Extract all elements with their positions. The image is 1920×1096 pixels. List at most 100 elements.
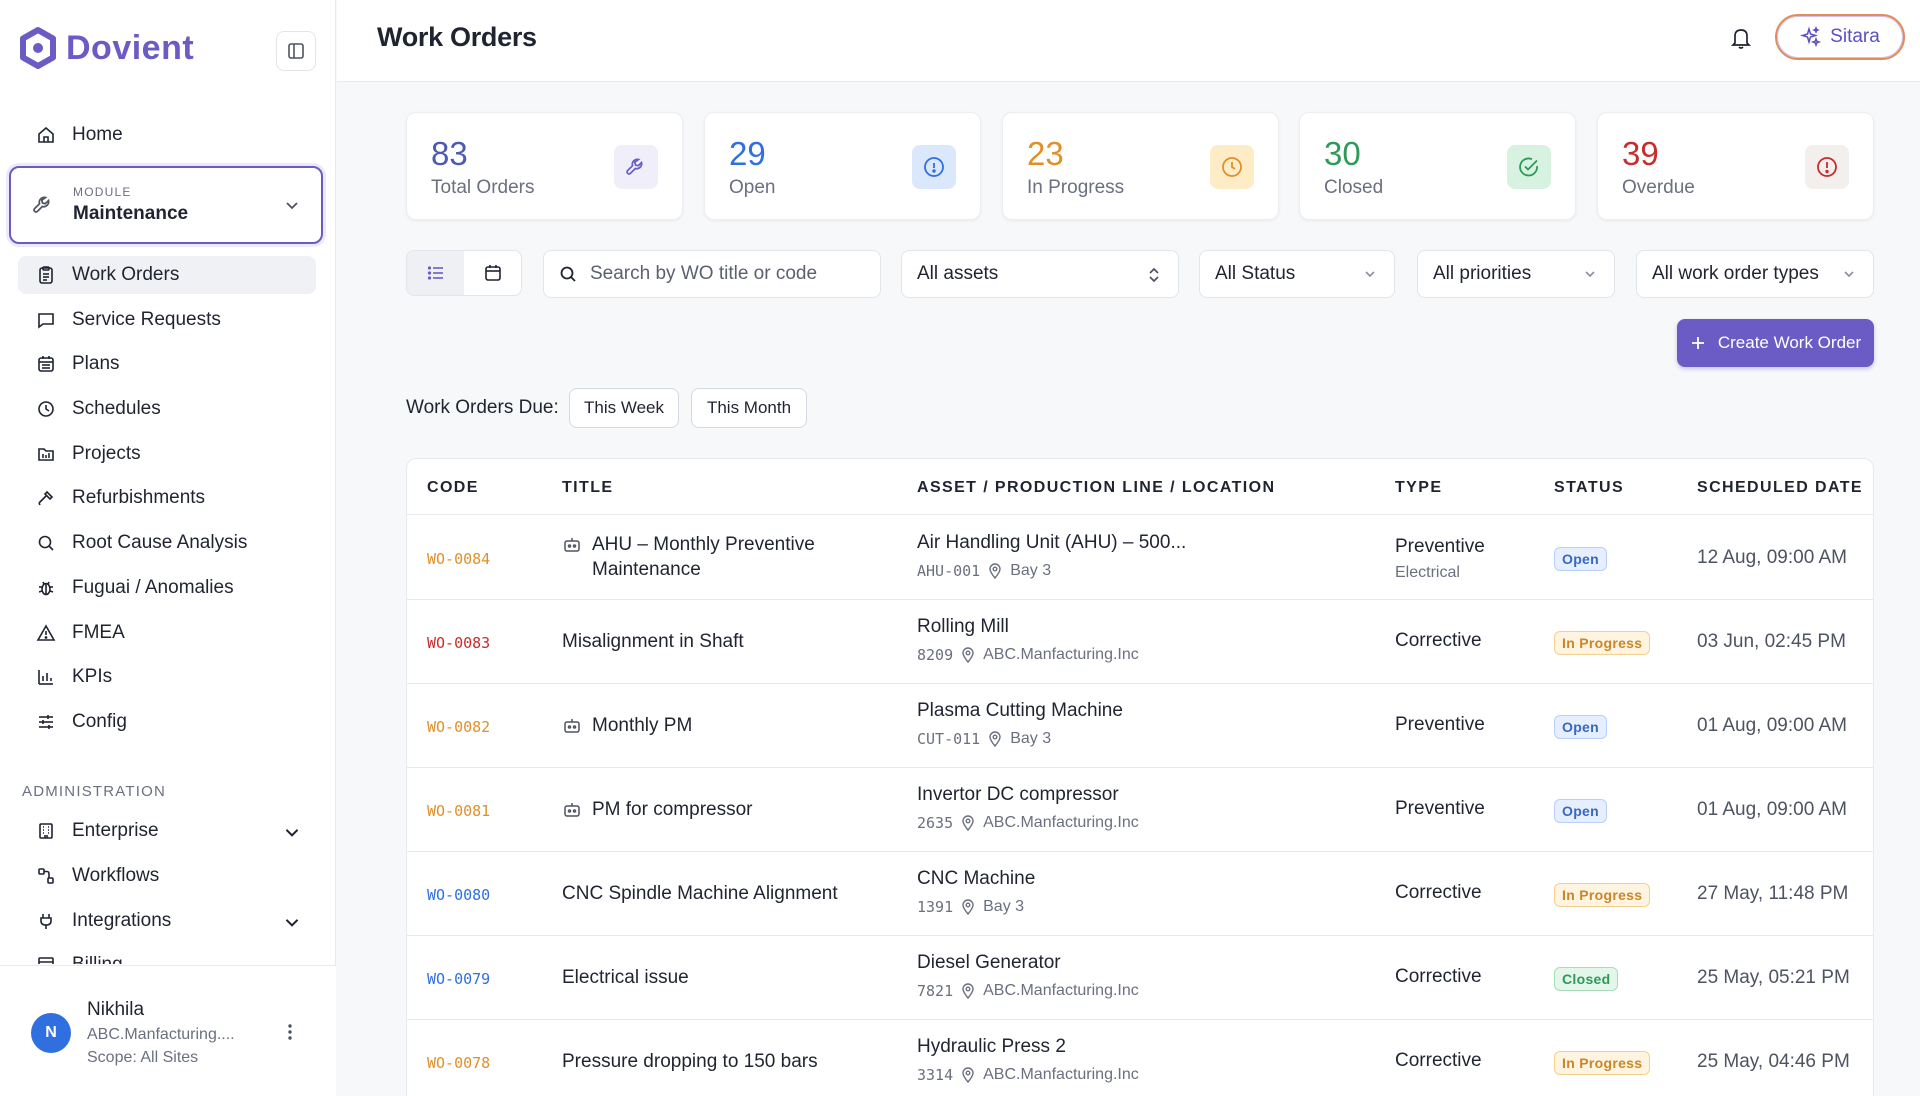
table-row[interactable]: WO-0080 CNC Spindle Machine Alignment CN… — [407, 852, 1873, 936]
sidebar-item-config[interactable]: Config — [18, 703, 316, 741]
status-select[interactable]: All Status — [1199, 250, 1395, 298]
sidebar-item-root-cause-analysis[interactable]: Root Cause Analysis — [18, 524, 316, 562]
chevron-down-icon — [285, 829, 299, 837]
wo-title: Pressure dropping to 150 bars — [562, 1049, 892, 1074]
stat-card-closed[interactable]: 30 Closed — [1299, 112, 1576, 220]
stat-card-total-orders[interactable]: 83 Total Orders — [406, 112, 683, 220]
asset-location: ABC.Manfacturing.Inc — [983, 646, 1139, 663]
asset-location: Bay 3 — [983, 898, 1025, 915]
table-header: CODE TITLE ASSET / PRODUCTION LINE / LOC… — [407, 459, 1873, 515]
sidebar-item-schedules[interactable]: Schedules — [18, 390, 316, 428]
wo-code[interactable]: WO-0081 — [427, 802, 490, 820]
table-row[interactable]: WO-0084 AHU – Monthly Preventive Mainten… — [407, 516, 1873, 600]
wo-title: AHU – Monthly Preventive Maintenance — [562, 532, 892, 582]
scheduled-date: 12 Aug, 09:00 AM — [1697, 547, 1848, 568]
stat-card-open[interactable]: 29 Open — [704, 112, 981, 220]
sidebar-item-label: Plans — [72, 353, 120, 374]
building-icon — [39, 823, 53, 839]
brand-name: Dovient — [66, 28, 195, 67]
wo-type: Preventive — [1395, 798, 1485, 819]
priorities-select[interactable]: All priorities — [1417, 250, 1615, 298]
wo-title-text: AHU – Monthly Preventive Maintenance — [592, 534, 815, 580]
status-badge: In Progress — [1554, 883, 1651, 907]
sidebar-item-enterprise[interactable]: Enterprise — [18, 812, 316, 850]
search-field[interactable] — [543, 250, 881, 298]
asset-location: ABC.Manfacturing.Inc — [983, 982, 1139, 999]
sidebar-item-label: Config — [72, 711, 127, 732]
table-row[interactable]: WO-0081 PM for compressor Invertor DC co… — [407, 768, 1873, 852]
stat-label: Closed — [1324, 177, 1384, 198]
search-input[interactable] — [590, 263, 850, 285]
wo-type: Corrective — [1395, 630, 1482, 651]
work-order-types-select[interactable]: All work order types — [1636, 250, 1874, 298]
column-header-scheduled-date[interactable]: SCHEDULED DATE — [1697, 479, 1863, 497]
table-row[interactable]: WO-0083 Misalignment in Shaft Rolling Mi… — [407, 600, 1873, 684]
due-this-month-chip[interactable]: This Month — [691, 388, 807, 428]
asset-name: Diesel Generator — [917, 952, 1061, 973]
chevron-down-icon — [1585, 271, 1595, 278]
wo-code[interactable]: WO-0080 — [427, 886, 490, 904]
user-scope: Scope: All Sites — [87, 1049, 199, 1066]
calendar-view-button[interactable] — [464, 251, 521, 295]
due-this-week-chip[interactable]: This Week — [569, 388, 679, 428]
plus-icon — [1691, 337, 1704, 349]
clipboard-icon — [39, 266, 53, 284]
sidebar-item-service-requests[interactable]: Service Requests — [18, 301, 316, 339]
create-work-order-button[interactable]: Create Work Order — [1677, 319, 1874, 367]
sidebar-item-integrations[interactable]: Integrations — [18, 902, 316, 940]
wo-code[interactable]: WO-0084 — [427, 550, 490, 568]
bell-icon[interactable] — [1730, 26, 1752, 50]
column-header-title[interactable]: TITLE — [562, 479, 613, 497]
column-header-status[interactable]: STATUS — [1554, 479, 1624, 497]
assets-select[interactable]: All assets — [901, 250, 1179, 298]
list-view-button[interactable] — [407, 251, 464, 295]
search-icon — [560, 266, 576, 282]
sidebar-toggle-button[interactable] — [276, 31, 316, 71]
map-pin-icon — [962, 1067, 974, 1083]
calendar-icon — [484, 265, 501, 281]
scheduled-date: 01 Aug, 09:00 AM — [1697, 799, 1848, 820]
wo-type: Corrective — [1395, 966, 1482, 987]
scheduled-date: 03 Jun, 02:45 PM — [1697, 631, 1846, 652]
user-profile[interactable]: N Nikhila ABC.Manfacturing.... Scope: Al… — [0, 965, 336, 1096]
sidebar-item-billing[interactable]: Billing — [18, 946, 316, 964]
wo-title-text: Electrical issue — [562, 967, 689, 988]
sidebar-item-plans[interactable]: Plans — [18, 345, 316, 383]
wo-code[interactable]: WO-0082 — [427, 718, 490, 736]
column-header-type[interactable]: TYPE — [1395, 479, 1442, 497]
chevron-down-icon — [286, 202, 298, 210]
sidebar-item-kpis[interactable]: KPIs — [18, 658, 316, 696]
table-row[interactable]: WO-0082 Monthly PM Plasma Cutting Machin… — [407, 684, 1873, 768]
sidebar-item-refurbishments[interactable]: Refurbishments — [18, 479, 316, 517]
sidebar-item-projects[interactable]: Projects — [18, 435, 316, 473]
status-badge: In Progress — [1554, 1051, 1651, 1075]
table-row[interactable]: WO-0079 Electrical issue Diesel Generato… — [407, 936, 1873, 1020]
column-header-code[interactable]: CODE — [427, 479, 479, 497]
chevron-up-down-icon — [1149, 267, 1159, 283]
sidebar-item-label: KPIs — [72, 666, 113, 687]
wo-title: PM for compressor — [562, 797, 892, 822]
wo-code[interactable]: WO-0078 — [427, 1054, 490, 1072]
map-pin-icon — [962, 899, 974, 915]
wo-code[interactable]: WO-0083 — [427, 634, 490, 652]
user-org: ABC.Manfacturing.... — [87, 1026, 235, 1043]
table-row[interactable]: WO-0078 Pressure dropping to 150 bars Hy… — [407, 1020, 1873, 1096]
view-toggle — [406, 250, 522, 296]
stat-label: Total Orders — [431, 177, 535, 198]
brand-logo[interactable]: Dovient — [16, 26, 194, 70]
stat-card-overdue[interactable]: 39 Overdue — [1597, 112, 1874, 220]
workflow-icon — [38, 868, 54, 884]
sitara-assistant-button[interactable]: Sitara — [1775, 14, 1905, 60]
sidebar-item-work-orders[interactable]: Work Orders — [18, 256, 316, 294]
wo-code[interactable]: WO-0079 — [427, 970, 490, 988]
sidebar-item-workflows[interactable]: Workflows — [18, 857, 316, 895]
sidebar-item-home[interactable]: Home — [18, 116, 316, 154]
more-vertical-icon[interactable] — [284, 1022, 296, 1042]
column-header-asset[interactable]: ASSET / PRODUCTION LINE / LOCATION — [917, 479, 1275, 497]
stat-card-in-progress[interactable]: 23 In Progress — [1002, 112, 1279, 220]
sidebar-item-fmea[interactable]: FMEA — [18, 614, 316, 652]
map-pin-icon — [962, 647, 974, 663]
module-selector[interactable]: MODULE Maintenance — [9, 166, 323, 244]
sidebar-item-fuguai-anomalies[interactable]: Fuguai / Anomalies — [18, 569, 316, 607]
wo-title: Monthly PM — [562, 713, 892, 738]
